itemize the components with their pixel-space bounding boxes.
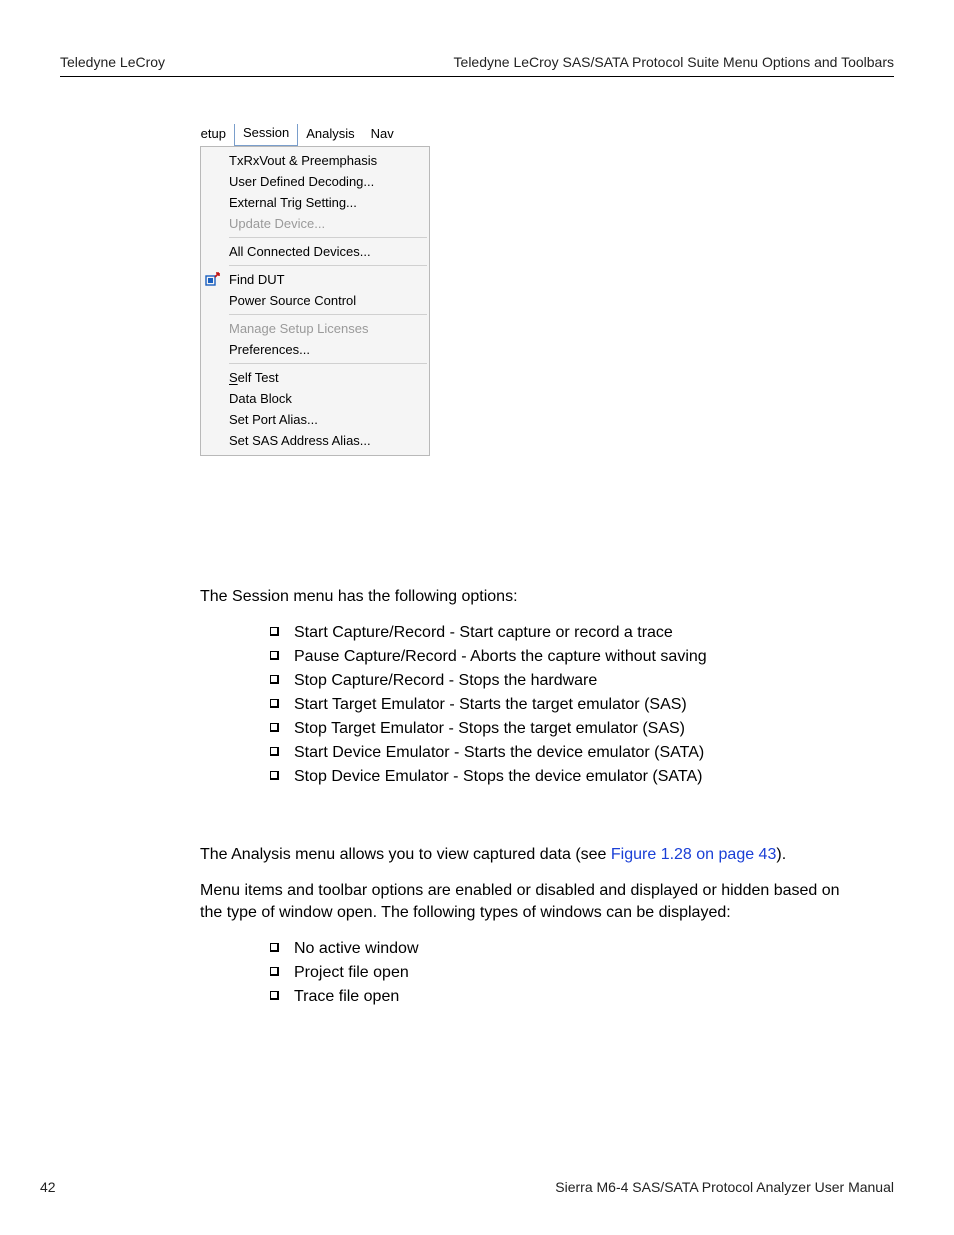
menu-item-label: Find DUT bbox=[229, 272, 285, 287]
menu-session[interactable]: Session bbox=[234, 124, 298, 146]
menu-item-set-sas-address-alias[interactable]: Set SAS Address Alias... bbox=[201, 430, 429, 451]
menu-nav[interactable]: Nav bbox=[363, 124, 402, 146]
menu-separator bbox=[229, 265, 427, 266]
menu-item-find-dut[interactable]: Find DUT bbox=[201, 269, 429, 290]
list-item: No active window bbox=[270, 938, 860, 960]
menu-separator bbox=[229, 363, 427, 364]
menu-separator bbox=[229, 314, 427, 315]
menu-item-self-test[interactable]: Self Test bbox=[201, 367, 429, 388]
menu-item-update-device: Update Device... bbox=[201, 213, 429, 234]
menu-item-set-port-alias[interactable]: Set Port Alias... bbox=[201, 409, 429, 430]
list-item: Trace file open bbox=[270, 986, 860, 1008]
menu-item-manage-setup-licenses: Manage Setup Licenses bbox=[201, 318, 429, 339]
menu-analysis[interactable]: Analysis bbox=[298, 124, 362, 146]
session-menu-intro: The Session menu has the following optio… bbox=[200, 586, 860, 608]
window-types-intro: Menu items and toolbar options are enabl… bbox=[200, 880, 860, 924]
menu-separator bbox=[229, 237, 427, 238]
page-footer: 42 Sierra M6-4 SAS/SATA Protocol Analyze… bbox=[40, 1179, 894, 1195]
menu-item-txrxvout[interactable]: TxRxVout & Preemphasis bbox=[201, 150, 429, 171]
menu-bar: Setup Session Analysis Nav bbox=[200, 124, 430, 146]
header-left: Teledyne LeCroy bbox=[60, 54, 165, 70]
menu-setup[interactable]: Setup bbox=[200, 124, 234, 146]
menu-item-data-block[interactable]: Data Block bbox=[201, 388, 429, 409]
document-page: Teledyne LeCroy Teledyne LeCroy SAS/SATA… bbox=[0, 0, 954, 1235]
session-menu-list: Start Capture/Record - Start capture or … bbox=[200, 622, 860, 788]
find-dut-icon bbox=[205, 271, 221, 287]
text: The Analysis menu allows you to view cap… bbox=[200, 846, 611, 863]
page-header: Teledyne LeCroy Teledyne LeCroy SAS/SATA… bbox=[60, 54, 894, 77]
body-text: The Session menu has the following optio… bbox=[200, 586, 860, 1026]
list-item: Stop Device Emulator - Stops the device … bbox=[270, 766, 860, 788]
list-item: Start Capture/Record - Start capture or … bbox=[270, 622, 860, 644]
text: ). bbox=[776, 846, 786, 863]
list-item: Pause Capture/Record - Aborts the captur… bbox=[270, 646, 860, 668]
menu-item-power-source-control[interactable]: Power Source Control bbox=[201, 290, 429, 311]
list-item: Start Device Emulator - Starts the devic… bbox=[270, 742, 860, 764]
window-types-list: No active window Project file open Trace… bbox=[200, 938, 860, 1008]
list-item: Stop Target Emulator - Stops the target … bbox=[270, 718, 860, 740]
dropdown-menu: TxRxVout & Preemphasis User Defined Deco… bbox=[200, 146, 430, 456]
menu-item-external-trig[interactable]: External Trig Setting... bbox=[201, 192, 429, 213]
menu-item-user-defined-decoding[interactable]: User Defined Decoding... bbox=[201, 171, 429, 192]
analysis-menu-intro: The Analysis menu allows you to view cap… bbox=[200, 844, 860, 866]
app-screenshot: Setup Session Analysis Nav TxRxVout & Pr… bbox=[200, 124, 430, 456]
footer-title: Sierra M6-4 SAS/SATA Protocol Analyzer U… bbox=[555, 1179, 894, 1195]
menu-item-all-connected-devices[interactable]: All Connected Devices... bbox=[201, 241, 429, 262]
list-item: Start Target Emulator - Starts the targe… bbox=[270, 694, 860, 716]
list-item: Project file open bbox=[270, 962, 860, 984]
figure-link[interactable]: Figure 1.28 on page 43 bbox=[611, 846, 776, 863]
header-right: Teledyne LeCroy SAS/SATA Protocol Suite … bbox=[454, 54, 894, 70]
list-item: Stop Capture/Record - Stops the hardware bbox=[270, 670, 860, 692]
menu-item-preferences[interactable]: Preferences... bbox=[201, 339, 429, 360]
page-number: 42 bbox=[40, 1179, 56, 1195]
